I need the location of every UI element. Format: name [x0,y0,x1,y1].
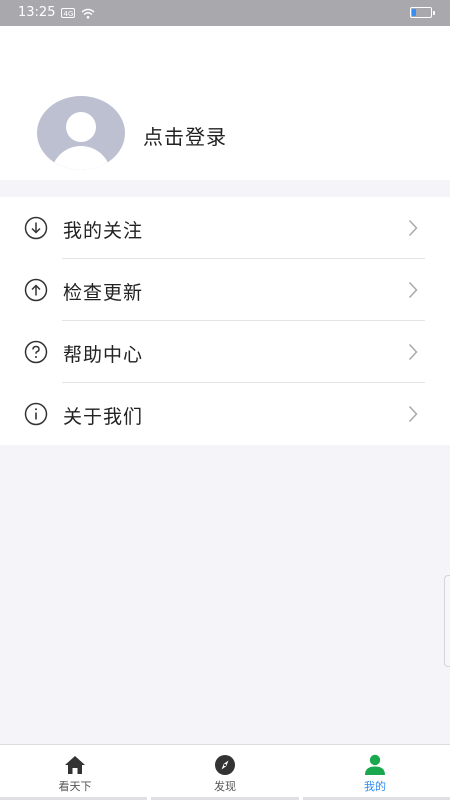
compass-icon [215,755,235,775]
status-left: 13:25 4G [18,5,95,21]
avatar-head [66,112,96,142]
info-circle-icon [24,402,48,426]
menu-item-check-update[interactable]: 检查更新 [0,259,450,321]
battery-level [412,9,416,16]
chevron-right-icon [408,343,418,361]
tab-home[interactable]: 看天下 [0,745,150,800]
profile-header: 点击登录 [0,26,450,180]
menu-item-about-us[interactable]: 关于我们 [0,383,450,445]
screen: 13:25 4G 点击登录 我的关注 检查更新 帮助中心 关于我们 看天下 发现… [0,0,450,800]
upload-circle-icon [24,278,48,302]
menu-item-label: 关于我们 [63,406,144,428]
chevron-right-icon [408,219,418,237]
menu-item-label: 检查更新 [63,282,144,304]
home-icon [65,756,85,774]
menu-item-follows[interactable]: 我的关注 [0,197,450,259]
chevron-right-icon [408,281,418,299]
tab-label: 我的 [364,780,386,793]
chevron-right-icon [408,405,418,423]
menu-item-label: 帮助中心 [63,344,144,366]
sim-icon: 4G [61,8,76,18]
battery-cap [433,11,435,15]
tab-discover[interactable]: 发现 [150,745,300,800]
settings-menu: 我的关注 检查更新 帮助中心 关于我们 [0,197,450,445]
avatar-body [51,146,111,170]
tab-label: 看天下 [58,780,92,793]
status-time: 13:25 [18,5,56,20]
menu-item-label: 我的关注 [63,220,144,242]
login-button[interactable]: 点击登录 [143,121,227,150]
wifi-icon [82,8,95,19]
tab-label: 发现 [214,780,236,793]
status-bar: 13:25 4G [0,0,450,26]
side-drawer-handle[interactable] [444,575,450,667]
battery-icon [410,7,435,18]
tab-mine[interactable]: 我的 [300,745,450,800]
user-icon [365,754,385,775]
bottom-tab-bar: 看天下 发现 我的 [0,744,450,800]
default-user-avatar-icon[interactable] [37,96,125,170]
menu-item-help-center[interactable]: 帮助中心 [0,321,450,383]
download-circle-icon [24,216,48,240]
question-circle-icon [24,340,48,364]
